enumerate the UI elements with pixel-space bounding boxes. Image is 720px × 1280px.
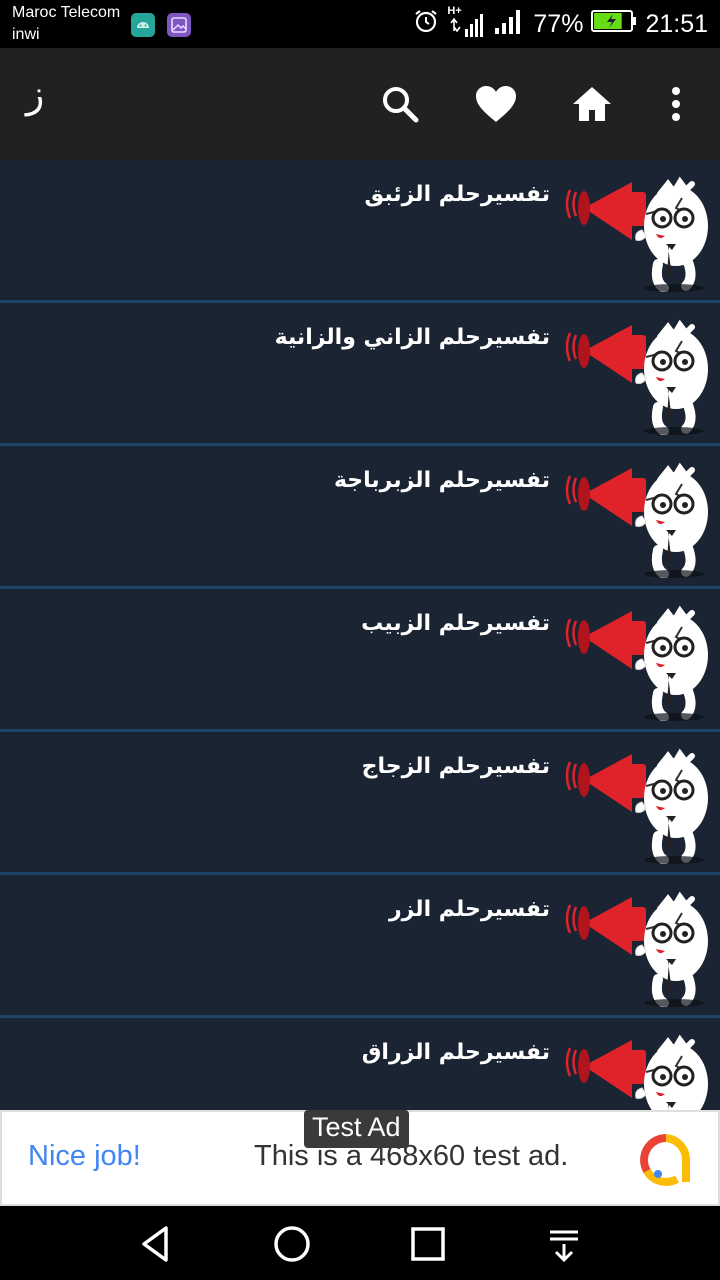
search-icon bbox=[383, 87, 419, 123]
recents-button[interactable] bbox=[406, 1222, 450, 1266]
megaphone-character-icon bbox=[562, 740, 714, 865]
ad-test-tag: Test Ad bbox=[304, 1110, 409, 1148]
gallery-notification-icon bbox=[167, 13, 191, 37]
network-type-icon: H+ bbox=[447, 5, 485, 39]
notification-pull-button[interactable] bbox=[542, 1222, 586, 1266]
list-item-label: تفسيرحلم الزاني والزانية bbox=[274, 325, 550, 350]
back-button[interactable] bbox=[134, 1222, 178, 1266]
home-nav-button[interactable] bbox=[270, 1222, 314, 1266]
list-item[interactable]: تفسيرحلم الزبرباجة bbox=[0, 446, 720, 589]
signal-icon bbox=[493, 7, 525, 42]
circle-home-icon bbox=[274, 1226, 310, 1262]
megaphone-character-icon bbox=[562, 597, 714, 722]
alarm-icon bbox=[413, 8, 439, 41]
home-button[interactable] bbox=[568, 80, 616, 128]
ad-body-text[interactable]: This is a 468x60 test ad. bbox=[254, 1140, 568, 1173]
system-nav-bar bbox=[0, 1206, 720, 1280]
megaphone-character-icon bbox=[562, 168, 714, 293]
overflow-menu-button[interactable] bbox=[652, 80, 700, 128]
app-bar: ز bbox=[0, 48, 720, 160]
status-bar: Maroc Telecom inwi H+ 77% 21:51 bbox=[0, 0, 720, 48]
list-item-label: تفسيرحلم الزراق bbox=[361, 1040, 550, 1065]
megaphone-character-icon bbox=[562, 311, 714, 436]
page-title: ز bbox=[26, 72, 45, 116]
megaphone-character-icon bbox=[562, 1026, 714, 1110]
clock: 21:51 bbox=[645, 9, 708, 38]
back-icon bbox=[142, 1226, 168, 1262]
list-item[interactable]: تفسيرحلم الزجاج bbox=[0, 732, 720, 875]
list-item-label: تفسيرحلم الزبرباجة bbox=[333, 468, 550, 493]
battery-charging-icon bbox=[591, 9, 637, 40]
ad-network-logo-icon bbox=[640, 1134, 692, 1186]
more-vert-icon bbox=[672, 87, 680, 121]
dream-list: تفسيرحلم الزئبق تفسيرحلم الزاني والزانية bbox=[0, 160, 720, 1110]
android-notification-icon bbox=[131, 13, 155, 37]
megaphone-character-icon bbox=[562, 883, 714, 1008]
list-item[interactable]: تفسيرحلم الزر bbox=[0, 875, 720, 1018]
carrier-secondary: inwi bbox=[12, 26, 40, 43]
list-item-label: تفسيرحلم الزئبق bbox=[364, 182, 550, 207]
list-item[interactable]: تفسيرحلم الزاني والزانية bbox=[0, 303, 720, 446]
list-item-label: تفسيرحلم الزر bbox=[388, 897, 550, 922]
list-item[interactable]: تفسيرحلم الزئبق bbox=[0, 160, 720, 303]
square-recents-icon bbox=[411, 1227, 445, 1261]
status-indicators: H+ 77% 21:51 bbox=[413, 5, 708, 42]
ad-headline[interactable]: Nice job! bbox=[28, 1140, 141, 1173]
pull-down-icon bbox=[550, 1230, 578, 1263]
list-item-label: تفسيرحلم الزجاج bbox=[361, 754, 550, 779]
battery-percent: 77% bbox=[533, 9, 584, 38]
list-item[interactable]: تفسيرحلم الزبيب bbox=[0, 589, 720, 732]
carrier-primary: Maroc Telecom bbox=[12, 4, 121, 21]
favorites-button[interactable] bbox=[472, 80, 520, 128]
search-button[interactable] bbox=[376, 80, 424, 128]
home-icon bbox=[573, 87, 611, 121]
megaphone-character-icon bbox=[562, 454, 714, 579]
heart-icon bbox=[476, 86, 516, 122]
list-item[interactable]: تفسيرحلم الزراق bbox=[0, 1018, 720, 1110]
list-item-label: تفسيرحلم الزبيب bbox=[361, 611, 550, 636]
